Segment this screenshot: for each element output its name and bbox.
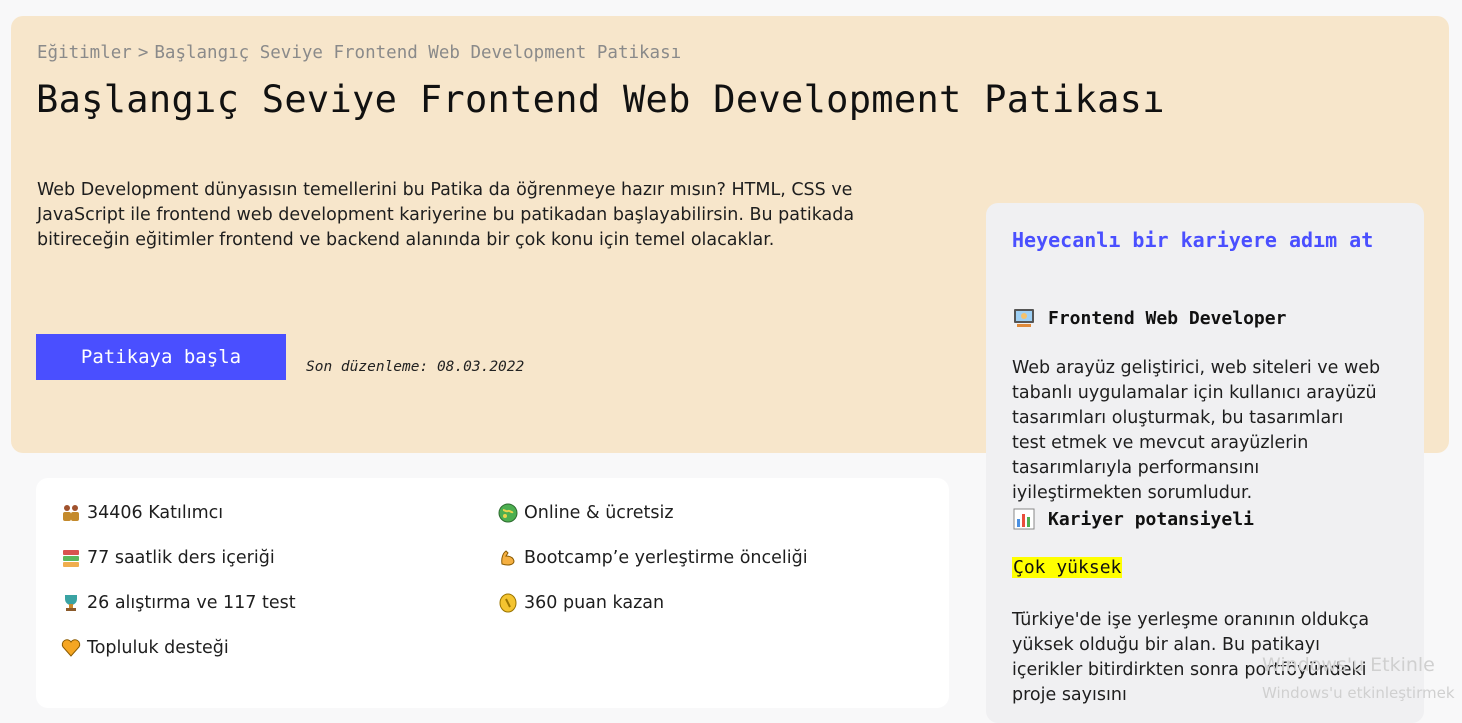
career-card-title: Heyecanlı bir kariyere adım at bbox=[1012, 228, 1374, 252]
info-points-label: 360 puan kazan bbox=[524, 593, 665, 613]
info-participants-label: 34406 Katılımcı bbox=[87, 503, 224, 523]
info-exercises-label: 26 alıştırma ve 117 test bbox=[87, 593, 296, 613]
coin-icon bbox=[498, 593, 518, 613]
info-hours: 77 saatlik ders içeriği bbox=[61, 548, 275, 568]
info-community: Topluluk desteği bbox=[61, 638, 229, 658]
info-exercises: 26 alıştırma ve 117 test bbox=[61, 593, 296, 613]
bar-chart-icon bbox=[1012, 507, 1036, 531]
activation-watermark-text: Windows'u etkinleştirmek bbox=[1262, 684, 1455, 702]
developer-icon bbox=[1012, 306, 1036, 330]
info-online-label: Online & ücretsiz bbox=[524, 503, 674, 523]
info-bootcamp-label: Bootcamp’e yerleştirme önceliği bbox=[524, 548, 808, 568]
role-description: Web arayüz geliştirici, web siteleri ve … bbox=[1012, 358, 1381, 503]
globe-icon bbox=[498, 503, 518, 523]
page-title: Başlangıç Seviye Frontend Web Developmen… bbox=[36, 78, 1165, 121]
potential-value: Çok yüksek bbox=[1012, 557, 1123, 578]
info-online: Online & ücretsiz bbox=[498, 503, 674, 523]
info-hours-label: 77 saatlik ders içeriği bbox=[87, 548, 275, 568]
breadcrumb: Eğitimler > Başlangıç Seviye Frontend Web … bbox=[37, 43, 681, 63]
breadcrumb-separator: > bbox=[137, 43, 149, 63]
info-participants: 34406 Katılımcı bbox=[61, 503, 223, 523]
info-bootcamp: Bootcamp’e yerleştirme önceliği bbox=[498, 548, 808, 568]
people-icon bbox=[61, 503, 81, 523]
potential-heading-label: Kariyer potansiyeli bbox=[1048, 508, 1254, 530]
last-edit-date: Son düzenleme: 08.03.2022 bbox=[306, 359, 525, 375]
trophy-icon bbox=[61, 593, 81, 613]
role-heading: Frontend Web Developer bbox=[1012, 306, 1286, 330]
breadcrumb-current: Başlangıç Seviye Frontend Web Developmen… bbox=[154, 43, 682, 63]
flexed-biceps-icon bbox=[498, 548, 518, 568]
info-points: 360 puan kazan bbox=[498, 593, 664, 613]
path-description: Web Development dünyasısın temellerini b… bbox=[37, 180, 855, 250]
role-heading-label: Frontend Web Developer bbox=[1048, 307, 1287, 329]
info-community-label: Topluluk desteği bbox=[87, 638, 229, 658]
books-icon bbox=[61, 548, 81, 568]
start-path-button[interactable]: Patikaya başla bbox=[36, 334, 286, 380]
activation-watermark-title: Windows'u Etkinle bbox=[1262, 654, 1435, 676]
breadcrumb-link-egitimler[interactable]: Eğitimler bbox=[37, 43, 132, 63]
potential-heading: Kariyer potansiyeli bbox=[1012, 507, 1254, 531]
heart-icon bbox=[61, 638, 81, 658]
